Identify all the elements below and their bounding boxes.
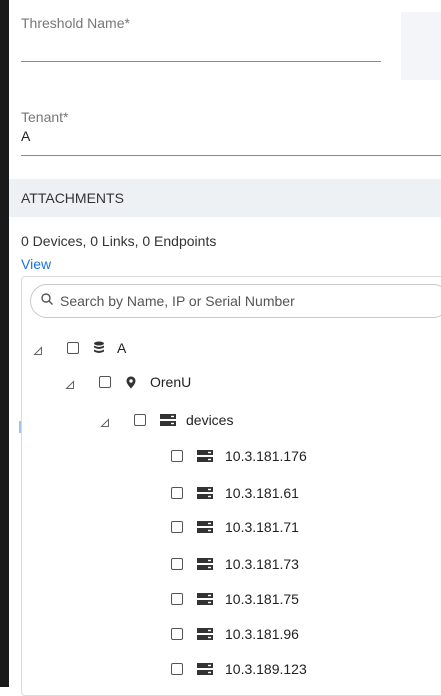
tree-node-label: OrenU xyxy=(150,374,192,390)
tree-checkbox[interactable] xyxy=(171,593,183,605)
panel-edge-marker xyxy=(19,421,21,433)
location-pin-icon xyxy=(126,376,136,389)
expand-caret-icon[interactable] xyxy=(33,343,43,355)
tree-checkbox[interactable] xyxy=(171,487,183,499)
tree-node-label: 10.3.181.61 xyxy=(225,485,299,501)
tree-checkbox[interactable] xyxy=(134,414,146,426)
tree-node-label: A xyxy=(117,340,127,356)
window-left-border xyxy=(0,0,9,687)
tree-checkbox[interactable] xyxy=(171,628,183,640)
side-panel xyxy=(401,12,441,80)
tree-node-site[interactable]: OrenU xyxy=(65,370,191,394)
attachments-title: ATTACHMENTS xyxy=(21,190,124,206)
database-icon xyxy=(93,341,105,355)
tenant-label: Tenant* xyxy=(21,109,69,125)
search-icon xyxy=(41,292,53,310)
threshold-name-label: Threshold Name* xyxy=(21,15,130,31)
tree-node-device[interactable]: 10.3.181.73 xyxy=(171,552,299,576)
expand-caret-icon[interactable] xyxy=(65,377,75,389)
search-input[interactable] xyxy=(58,292,422,310)
tenant-value[interactable]: A xyxy=(21,128,30,144)
expand-caret-icon[interactable] xyxy=(100,415,110,427)
tree-node-devices-group[interactable]: devices xyxy=(100,408,233,432)
attachments-header: ATTACHMENTS xyxy=(9,179,441,217)
tenant-underline xyxy=(21,155,441,156)
tree-node-label: 10.3.181.71 xyxy=(225,519,299,535)
tree-node-device[interactable]: 10.3.181.71 xyxy=(171,515,299,539)
tree-checkbox[interactable] xyxy=(99,376,111,388)
server-icon xyxy=(197,628,213,640)
tree-node-label: devices xyxy=(186,412,234,428)
tree-checkbox[interactable] xyxy=(171,663,183,675)
tree-checkbox[interactable] xyxy=(171,558,183,570)
tree-checkbox[interactable] xyxy=(67,342,79,354)
server-icon xyxy=(197,450,213,462)
search-box[interactable] xyxy=(30,284,441,318)
threshold-name-underline xyxy=(21,61,381,62)
tree-node-tenant[interactable]: A xyxy=(33,336,126,360)
server-icon xyxy=(197,558,213,570)
tree-node-label: 10.3.181.176 xyxy=(225,448,307,464)
tree-checkbox[interactable] xyxy=(171,450,183,462)
tree-node-device[interactable]: 10.3.189.123 xyxy=(171,657,307,681)
server-icon xyxy=(160,414,176,426)
tree-node-device[interactable]: 10.3.181.75 xyxy=(171,587,299,611)
server-icon xyxy=(197,521,213,533)
tree-node-device[interactable]: 10.3.181.176 xyxy=(171,444,307,468)
attachments-summary: 0 Devices, 0 Links, 0 Endpoints xyxy=(21,233,217,249)
view-link[interactable]: View xyxy=(21,256,51,272)
tree-node-label: 10.3.181.73 xyxy=(225,556,299,572)
tree-node-label: 10.3.181.75 xyxy=(225,591,299,607)
tree-node-device[interactable]: 10.3.181.61 xyxy=(171,481,299,505)
server-icon xyxy=(197,593,213,605)
tree-node-device[interactable]: 10.3.181.96 xyxy=(171,622,299,646)
tree-node-label: 10.3.181.96 xyxy=(225,626,299,642)
tree-node-label: 10.3.189.123 xyxy=(225,661,307,677)
server-icon xyxy=(197,487,213,499)
tree-checkbox[interactable] xyxy=(171,521,183,533)
server-icon xyxy=(197,663,213,675)
